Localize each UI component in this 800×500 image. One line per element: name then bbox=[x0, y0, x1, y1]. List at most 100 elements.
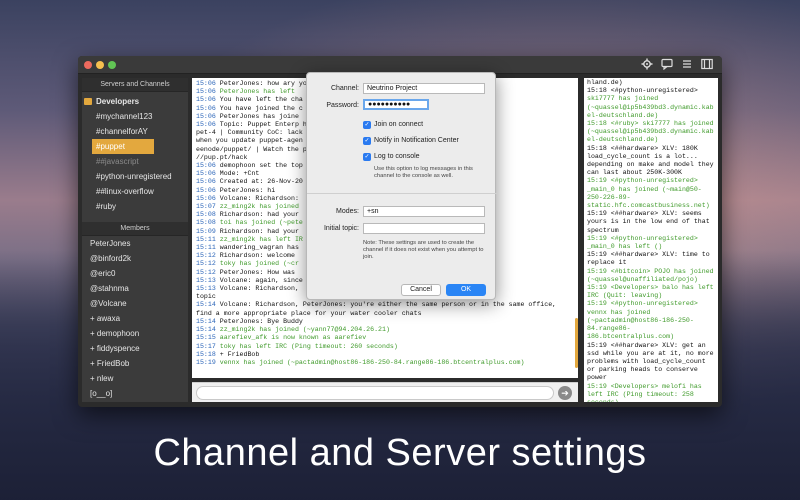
activity-line: 15:19 <#python-unregistered> vennx has j… bbox=[587, 300, 698, 341]
activity-log[interactable]: hland.de) 15:18 <#python-unregistered> ski… bbox=[584, 78, 718, 402]
chat-line: 15:18 + FriedBob bbox=[196, 351, 570, 359]
chat-text: //pup.pt/hack bbox=[196, 153, 248, 161]
settings-note: Note: These settings are used to create … bbox=[363, 240, 484, 260]
close-window-button[interactable] bbox=[84, 61, 92, 69]
chat-timestamp: 15:12 bbox=[196, 260, 216, 268]
chat-text: + FriedBob bbox=[219, 350, 260, 358]
channel-item[interactable]: #ruby bbox=[82, 199, 188, 214]
chat-timestamp: 15:08 bbox=[196, 219, 216, 227]
modes-field[interactable]: +sn bbox=[363, 206, 485, 217]
member-item[interactable]: @Volcane bbox=[82, 296, 188, 311]
chat-timestamp: 15:12 bbox=[196, 268, 216, 276]
notify-checkbox[interactable]: ✓ bbox=[363, 137, 371, 145]
chat-text: toky has left IRC (Ping timeout: 260 sec… bbox=[219, 342, 398, 350]
channel-name-field[interactable]: Neutrino Project bbox=[363, 83, 485, 94]
chat-timestamp: 15:09 bbox=[196, 227, 216, 235]
password-label: Password: bbox=[326, 102, 359, 109]
chat-timestamp: 15:15 bbox=[196, 334, 216, 342]
activity-line: 15:19 <##hardware> XLV: get an ssd while… bbox=[587, 341, 714, 382]
list-icon[interactable] bbox=[680, 58, 694, 72]
channel-item[interactable]: #channelforAY bbox=[82, 124, 188, 139]
split-view-icon[interactable] bbox=[700, 58, 714, 72]
member-item[interactable]: [o__o] bbox=[82, 386, 188, 401]
activity-line: 15:19 <#python-unregistered> _main_0 has… bbox=[587, 234, 698, 251]
member-item[interactable]: @stahnma bbox=[82, 281, 188, 296]
member-item[interactable]: PeterJones bbox=[82, 236, 188, 251]
member-item[interactable]: + fiddyspence bbox=[82, 341, 188, 356]
chat-line: 15:14 zz_ming2k has joined (~yann77@94.2… bbox=[196, 326, 570, 334]
chat-timestamp: 15:06 bbox=[196, 96, 216, 104]
activity-line: 15:18 <#python-unregistered> bbox=[587, 87, 698, 95]
zoom-window-button[interactable] bbox=[108, 61, 116, 69]
server-name: Developers bbox=[96, 97, 140, 106]
minimize-window-button[interactable] bbox=[96, 61, 104, 69]
caption-text: Channel and Server settings bbox=[153, 432, 647, 474]
chat-text: PeterJones: hi bbox=[219, 186, 276, 194]
chat-line: 15:14 Volcane: Richardson, PeterJones: y… bbox=[196, 301, 570, 309]
activity-line: 15:19 <##hardware> XLV: seems yours is i… bbox=[587, 210, 710, 234]
chat-text: vennx has joined (~pactadmin@host86-186-… bbox=[219, 358, 525, 366]
member-item[interactable]: + FriedBob bbox=[82, 356, 188, 371]
join-on-connect-label: Join on connect bbox=[374, 121, 424, 128]
chat-timestamp: 15:06 bbox=[196, 162, 216, 170]
chat-timestamp: 15:14 bbox=[196, 301, 216, 309]
chat-text: PeterJones: Bye Buddy bbox=[219, 317, 303, 325]
member-item[interactable]: @binford2k bbox=[82, 251, 188, 266]
activity-line: ski7777 has joined (~quassel@ip5b439bd3.… bbox=[587, 95, 714, 119]
servers-channels-header: Servers and Channels bbox=[82, 78, 188, 92]
chat-text: toky has joined (~cr bbox=[219, 260, 299, 268]
chat-scrollbar[interactable] bbox=[575, 318, 578, 368]
chat-timestamp: 15:12 bbox=[196, 252, 216, 260]
channel-item-selected[interactable]: #puppet bbox=[92, 139, 154, 154]
toolbar-icons bbox=[640, 57, 714, 73]
channel-item[interactable]: #python-unregistered bbox=[82, 169, 188, 184]
chat-line: find a more appropriate place for your w… bbox=[196, 310, 570, 318]
chat-text: demophoon set the top bbox=[219, 162, 303, 170]
member-item[interactable]: @eric0 bbox=[82, 266, 188, 281]
chat-timestamp: 15:07 bbox=[196, 203, 216, 211]
message-bar: ➔ bbox=[192, 382, 578, 402]
chat-bubble-icon[interactable] bbox=[660, 58, 674, 72]
message-input[interactable] bbox=[196, 386, 554, 400]
chat-text: Volcane: Richardson, PeterJones: you're … bbox=[219, 301, 557, 309]
chat-text: toi has joined (~pete bbox=[219, 219, 303, 227]
chat-text: PeterJones has joine bbox=[219, 112, 299, 120]
ok-button[interactable]: OK bbox=[446, 284, 486, 296]
gear-icon[interactable] bbox=[640, 58, 654, 72]
log-console-checkbox[interactable]: ✓ bbox=[363, 153, 371, 161]
chat-text: You have left the cha bbox=[219, 96, 303, 104]
channel-list: Developers #mychannel123 #channelforAY #… bbox=[82, 92, 188, 216]
cancel-button[interactable]: Cancel bbox=[401, 284, 441, 296]
log-console-hint: Use this option to log messages in this … bbox=[374, 166, 473, 179]
chat-text: Mode: +Cnt bbox=[219, 170, 260, 178]
password-field[interactable]: ●●●●●●●●●● bbox=[363, 99, 429, 110]
chat-timestamp: 15:11 bbox=[196, 244, 216, 252]
chat-text: Created at: 26-Nov-20 bbox=[219, 178, 303, 186]
chat-text: zz_ming2k has left IR bbox=[219, 235, 303, 243]
channel-item[interactable]: ##javascript bbox=[82, 154, 188, 169]
chat-timestamp: 15:13 bbox=[196, 285, 216, 293]
activity-line: 15:19 <#bitcoin> POJO has joined (~quass… bbox=[587, 267, 714, 283]
folder-icon bbox=[84, 98, 92, 105]
initial-topic-field[interactable] bbox=[363, 223, 485, 234]
dialog-divider bbox=[307, 193, 497, 194]
chat-text: PeterJones: How was bbox=[219, 268, 295, 276]
member-item[interactable]: + nlew bbox=[82, 371, 188, 386]
chat-timestamp: 15:06 bbox=[196, 186, 216, 194]
chat-timestamp: 15:06 bbox=[196, 88, 216, 96]
activity-line: hland.de) bbox=[587, 79, 623, 86]
channel-item[interactable]: #mychannel123 bbox=[82, 109, 188, 124]
member-item[interactable]: + demophoon bbox=[82, 326, 188, 341]
chat-timestamp: 15:06 bbox=[196, 112, 216, 120]
member-item[interactable]: + awaxa bbox=[82, 311, 188, 326]
initial-topic-label: Initial topic: bbox=[323, 225, 359, 232]
chat-timestamp: 15:06 bbox=[196, 80, 216, 87]
server-item-developers[interactable]: Developers bbox=[82, 94, 188, 109]
chat-text: aarefiev_afk is now known as aarefiev bbox=[219, 334, 367, 342]
chat-text: Richardson: had your bbox=[219, 211, 299, 219]
activity-line: 15:18 <#ruby> ski7777 has joined (~quass… bbox=[587, 120, 714, 144]
channel-item[interactable]: ##linux-overflow bbox=[82, 184, 188, 199]
send-icon[interactable]: ➔ bbox=[558, 386, 572, 400]
join-on-connect-checkbox[interactable]: ✓ bbox=[363, 121, 371, 129]
chat-text: You have joined the c bbox=[219, 104, 303, 112]
